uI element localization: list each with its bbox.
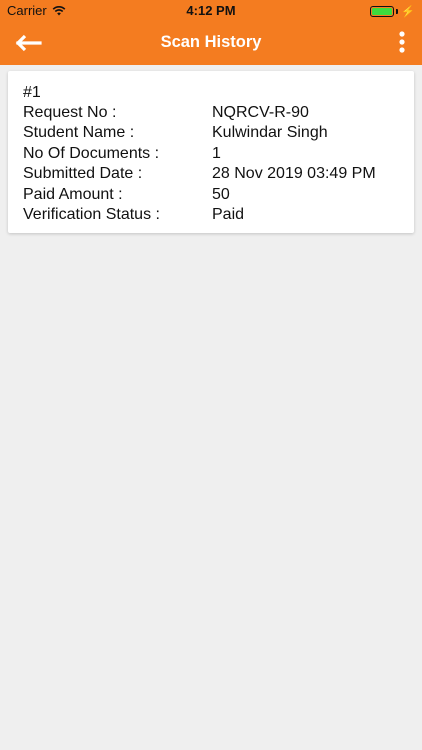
battery-indicator: ⚡ xyxy=(370,5,415,18)
request-no-value: NQRCV-R-90 xyxy=(212,104,309,121)
verification-status-row: Verification Status : Paid xyxy=(23,205,399,225)
app-header: Carrier 4:12 PM ⚡ Scan History xyxy=(0,0,422,65)
documents-count-label: No Of Documents : xyxy=(23,144,160,162)
verification-status-value: Paid xyxy=(212,205,245,223)
verification-status-label: Verification Status : xyxy=(23,205,160,223)
documents-count-value: 1 xyxy=(212,144,221,162)
submitted-date-row: Submitted Date : 28 Nov 2019 03:49 PM xyxy=(23,164,399,184)
status-time: 4:12 PM xyxy=(186,3,236,18)
request-no-row: Request No : NQRCV-R-90 xyxy=(23,103,399,123)
more-options-button[interactable] xyxy=(394,30,410,56)
student-name-label: Student Name : xyxy=(23,124,135,142)
paid-amount-row: Paid Amount : 50 xyxy=(23,185,399,205)
documents-count-row: No Of Documents : 1 xyxy=(23,144,399,164)
status-bar: Carrier 4:12 PM ⚡ xyxy=(0,0,422,22)
request-no-label: Request No : xyxy=(23,104,117,121)
vertical-dots-icon xyxy=(399,31,405,53)
student-name-row: Student Name : Kulwindar Singh xyxy=(23,123,399,143)
battery-icon xyxy=(370,6,395,17)
paid-amount-label: Paid Amount : xyxy=(23,185,123,203)
student-name-value: Kulwindar Singh xyxy=(212,124,328,142)
page-title: Scan History xyxy=(160,33,262,51)
charging-icon: ⚡ xyxy=(401,6,415,18)
battery-tip xyxy=(396,9,399,14)
screen: Carrier 4:12 PM ⚡ Scan History #1 Reques… xyxy=(0,0,422,750)
paid-amount-value: 50 xyxy=(212,185,230,203)
submitted-date-value: 28 Nov 2019 03:49 PM xyxy=(212,165,376,183)
nav-bar: Scan History xyxy=(0,22,422,65)
scan-history-card[interactable]: #1 Request No : NQRCV-R-90 Student Name … xyxy=(8,71,414,233)
card-index: #1 xyxy=(23,84,41,101)
battery-fill xyxy=(372,8,393,15)
submitted-date-label: Submitted Date : xyxy=(23,165,143,183)
